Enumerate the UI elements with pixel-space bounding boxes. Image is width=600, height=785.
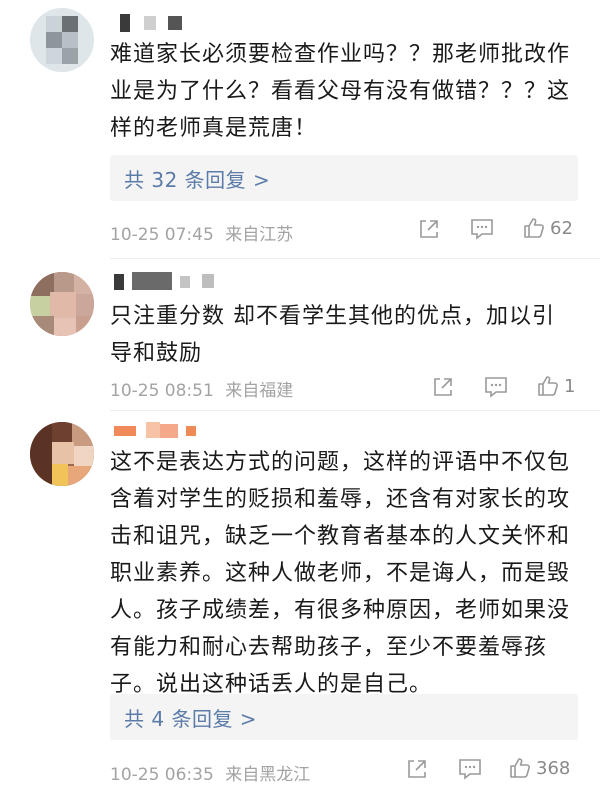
location: 来自江苏	[225, 225, 294, 245]
like-count: 368	[536, 757, 571, 779]
reply-summary[interactable]: 共 32 条回复 >	[110, 155, 578, 201]
share-button[interactable]	[406, 758, 428, 780]
like-button[interactable]: 1	[536, 374, 575, 398]
username-blurred[interactable]	[110, 420, 230, 442]
avatar[interactable]	[30, 422, 94, 486]
reply-count-link[interactable]: 共 4 条回复 >	[124, 703, 257, 732]
location: 来自黑龙江	[225, 765, 311, 785]
comment-icon	[459, 759, 481, 780]
location: 来自福建	[225, 381, 294, 401]
timestamp: 10-25 06:35	[110, 765, 214, 785]
timestamp: 10-25 07:45	[110, 225, 214, 245]
reply-summary[interactable]: 共 4 条回复 >	[110, 694, 578, 740]
comment-button[interactable]	[470, 218, 494, 240]
timestamp: 10-25 08:51	[110, 381, 214, 401]
comment-meta: 10-25 07:45 来自江苏	[110, 220, 293, 245]
comment-text: 难道家长必须要检查作业吗？？那老师批改作 业是为了什么？看看父母有没有做错？？？…	[110, 42, 571, 141]
share-icon	[434, 378, 452, 396]
comment-icon	[471, 219, 493, 240]
username-blurred[interactable]	[110, 12, 190, 34]
share-icon	[408, 760, 426, 778]
comment-icon	[485, 377, 507, 398]
comment-text: 这不是表达方式的问题，这样的评语中不仅包 含着对学生的贬损和羞辱，还含有对家长的…	[110, 450, 571, 697]
comment-meta: 10-25 06:35 来自黑龙江	[110, 760, 310, 785]
share-button[interactable]	[418, 218, 440, 240]
avatar[interactable]	[30, 8, 94, 72]
comment-item: 只注重分数 却不看学生其他的优点，加以引 导和鼓励 10-25 08:51 来自…	[0, 258, 600, 410]
like-icon	[510, 758, 530, 778]
share-icon	[420, 220, 438, 238]
avatar[interactable]	[30, 272, 94, 336]
comment-button[interactable]	[458, 758, 482, 780]
like-count: 62	[550, 217, 573, 239]
like-icon	[524, 218, 544, 238]
like-count: 1	[564, 375, 576, 397]
comment-text: 只注重分数 却不看学生其他的优点，加以引 导和鼓励	[110, 304, 555, 366]
comment-item: 难道家长必须要检查作业吗？？那老师批改作 业是为了什么？看看父母有没有做错？？？…	[0, 0, 600, 258]
reply-count-link[interactable]: 共 32 条回复 >	[124, 164, 270, 193]
like-button[interactable]: 62	[522, 216, 573, 240]
comment-meta: 10-25 08:51 来自福建	[110, 376, 293, 401]
like-button[interactable]: 368	[508, 756, 570, 780]
comment-item: 这不是表达方式的问题，这样的评语中不仅包 含着对学生的贬损和羞辱，还含有对家长的…	[0, 410, 600, 785]
username-blurred[interactable]	[110, 272, 220, 294]
comment-button[interactable]	[484, 376, 508, 398]
like-icon	[538, 376, 558, 396]
share-button[interactable]	[432, 376, 454, 398]
